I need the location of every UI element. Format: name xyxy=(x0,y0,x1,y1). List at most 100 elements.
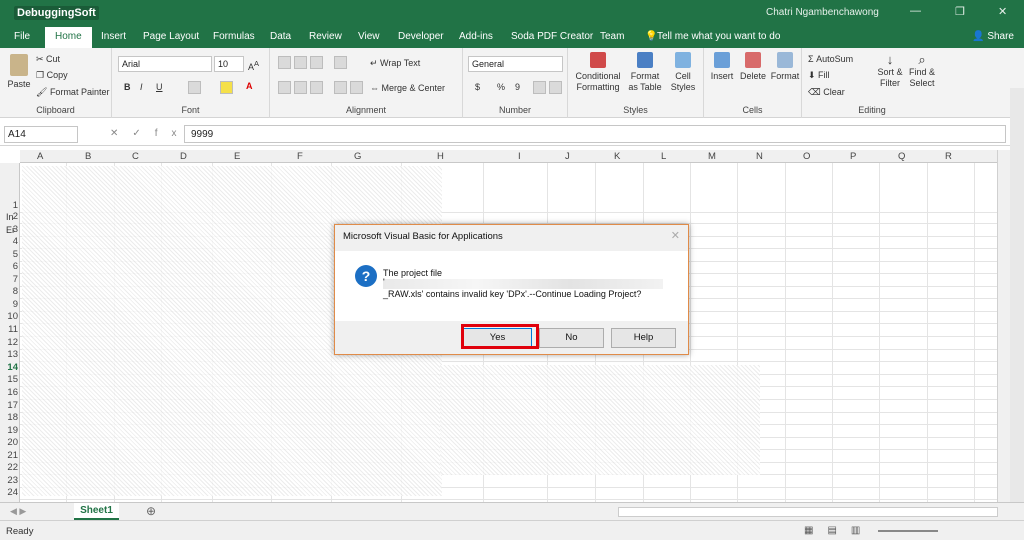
tab-view[interactable]: View xyxy=(358,31,380,42)
row-header-5[interactable]: 5 xyxy=(0,249,18,260)
align-left-icon[interactable] xyxy=(278,81,291,94)
minimize-button[interactable]: — xyxy=(910,5,921,17)
wrap-text-button[interactable]: ↵ Wrap Text xyxy=(370,58,420,69)
comma-button[interactable]: 9 xyxy=(515,82,520,93)
tab-developer[interactable]: Developer xyxy=(398,31,444,42)
row-header-9[interactable]: 9 xyxy=(0,299,18,310)
autosum-button[interactable]: Σ AutoSum xyxy=(808,54,853,65)
column-header-q[interactable]: Q xyxy=(898,151,905,162)
dialog-close-icon[interactable]: ✕ xyxy=(671,229,680,242)
column-header-r[interactable]: R xyxy=(945,151,952,162)
conditional-formatting-button[interactable]: Conditional Formatting xyxy=(574,52,622,93)
view-buttons[interactable]: ▦▤▥ xyxy=(804,525,874,536)
sheet-tab-sheet1[interactable]: Sheet1 xyxy=(74,503,119,520)
column-header-d[interactable]: D xyxy=(180,151,187,162)
merge-center-button[interactable]: ⇔ Merge & Center xyxy=(370,83,445,94)
column-header-n[interactable]: N xyxy=(756,151,763,162)
grow-font-button[interactable]: AA xyxy=(248,58,259,73)
format-as-table-button[interactable]: Format as Table xyxy=(626,52,664,93)
clear-button[interactable]: ⌫ Clear xyxy=(808,87,845,98)
copy-button[interactable]: ❐ Copy xyxy=(36,70,68,81)
sheet-nav-arrows[interactable]: ◀ ▶ xyxy=(10,506,26,517)
name-box[interactable]: A14 xyxy=(4,126,78,143)
percent-button[interactable]: % xyxy=(497,82,505,93)
currency-button[interactable]: $ xyxy=(475,82,480,93)
format-painter-button[interactable]: 🖌 Format Painter xyxy=(36,87,109,98)
row-header-17[interactable]: 17 xyxy=(0,400,18,411)
row-header-24[interactable]: 24 xyxy=(0,487,18,498)
tab-insert[interactable]: Insert xyxy=(101,31,126,42)
number-format-select[interactable]: General xyxy=(468,56,563,72)
increase-indent-icon[interactable] xyxy=(350,81,363,94)
column-header-c[interactable]: C xyxy=(132,151,139,162)
decrease-indent-icon[interactable] xyxy=(334,81,347,94)
align-right-icon[interactable] xyxy=(310,81,323,94)
sort-filter-button[interactable]: ↓ Sort & Filter xyxy=(876,53,904,89)
align-top-icon[interactable] xyxy=(278,56,291,69)
tell-me-search[interactable]: Tell me what you want to do xyxy=(657,31,780,42)
font-size-select[interactable]: 10 xyxy=(214,56,244,72)
add-sheet-icon[interactable]: ⊕ xyxy=(146,504,156,518)
column-header-p[interactable]: P xyxy=(850,151,856,162)
tab-data[interactable]: Data xyxy=(270,31,291,42)
row-header-19[interactable]: 19 xyxy=(0,425,18,436)
column-header-o[interactable]: O xyxy=(803,151,810,162)
column-header-k[interactable]: K xyxy=(614,151,620,162)
row-header-4[interactable]: 4 xyxy=(0,236,18,247)
close-button[interactable]: ✕ xyxy=(998,5,1007,18)
column-header-b[interactable]: B xyxy=(85,151,91,162)
delete-cells-button[interactable]: Delete xyxy=(738,52,768,82)
row-header-22[interactable]: 22 xyxy=(0,462,18,473)
tab-team[interactable]: Team xyxy=(600,31,624,42)
format-cells-button[interactable]: Format xyxy=(770,52,800,82)
align-center-icon[interactable] xyxy=(294,81,307,94)
tab-add-ins[interactable]: Add-ins xyxy=(459,31,493,42)
formula-input[interactable]: 9999 xyxy=(184,125,1006,143)
row-header-16[interactable]: 16 xyxy=(0,387,18,398)
italic-button[interactable]: I xyxy=(140,82,143,93)
row-header-10[interactable]: 10 xyxy=(0,311,18,322)
tab-file[interactable]: File xyxy=(14,31,30,42)
cell-styles-button[interactable]: Cell Styles xyxy=(668,52,698,93)
horizontal-scrollbar[interactable] xyxy=(618,507,998,517)
help-button[interactable]: Help xyxy=(611,328,676,348)
vertical-scrollbar[interactable] xyxy=(997,150,1010,502)
cut-button[interactable]: ✂ Cut xyxy=(36,54,60,65)
paste-button[interactable]: Paste xyxy=(6,54,32,90)
column-header-g[interactable]: G xyxy=(354,151,361,162)
row-header-23[interactable]: 23 xyxy=(0,475,18,486)
row-header-7[interactable]: 7 xyxy=(0,274,18,285)
bold-button[interactable]: B xyxy=(124,82,131,93)
row-header-8[interactable]: 8 xyxy=(0,286,18,297)
tab-review[interactable]: Review xyxy=(309,31,342,42)
share-button[interactable]: 👤 Share xyxy=(972,31,1014,42)
row-header-15[interactable]: 15 xyxy=(0,374,18,385)
column-header-j[interactable]: J xyxy=(565,151,570,162)
column-header-f[interactable]: F xyxy=(297,151,303,162)
row-header-12[interactable]: 12 xyxy=(0,337,18,348)
font-name-select[interactable]: Arial xyxy=(118,56,212,72)
decrease-decimal-icon[interactable] xyxy=(549,81,562,94)
no-button[interactable]: No xyxy=(539,328,604,348)
zoom-slider[interactable] xyxy=(878,530,938,532)
row-header-6[interactable]: 6 xyxy=(0,261,18,272)
tab-formulas[interactable]: Formulas xyxy=(213,31,255,42)
row-header-11[interactable]: 11 xyxy=(0,324,18,335)
tab-home[interactable]: Home xyxy=(45,27,92,48)
tab-page-layout[interactable]: Page Layout xyxy=(143,31,199,42)
underline-button[interactable]: U xyxy=(156,82,163,93)
fill-button[interactable]: ⬇ Fill xyxy=(808,70,830,81)
orientation-icon[interactable] xyxy=(334,56,347,69)
enter-icon[interactable]: ✓ xyxy=(132,128,154,139)
row-header-13[interactable]: 13 xyxy=(0,349,18,360)
column-header-h[interactable]: H xyxy=(437,151,444,162)
font-color-icon[interactable]: A xyxy=(246,81,253,92)
row-header-21[interactable]: 21 xyxy=(0,450,18,461)
row-header-18[interactable]: 18 xyxy=(0,412,18,423)
find-select-button[interactable]: ⌕ Find & Select xyxy=(906,53,938,89)
row-header-14[interactable]: 14 xyxy=(0,362,18,373)
column-header-i[interactable]: I xyxy=(518,151,521,162)
increase-decimal-icon[interactable] xyxy=(533,81,546,94)
align-bottom-icon[interactable] xyxy=(310,56,323,69)
tab-soda-pdf[interactable]: Soda PDF Creator xyxy=(511,31,593,42)
